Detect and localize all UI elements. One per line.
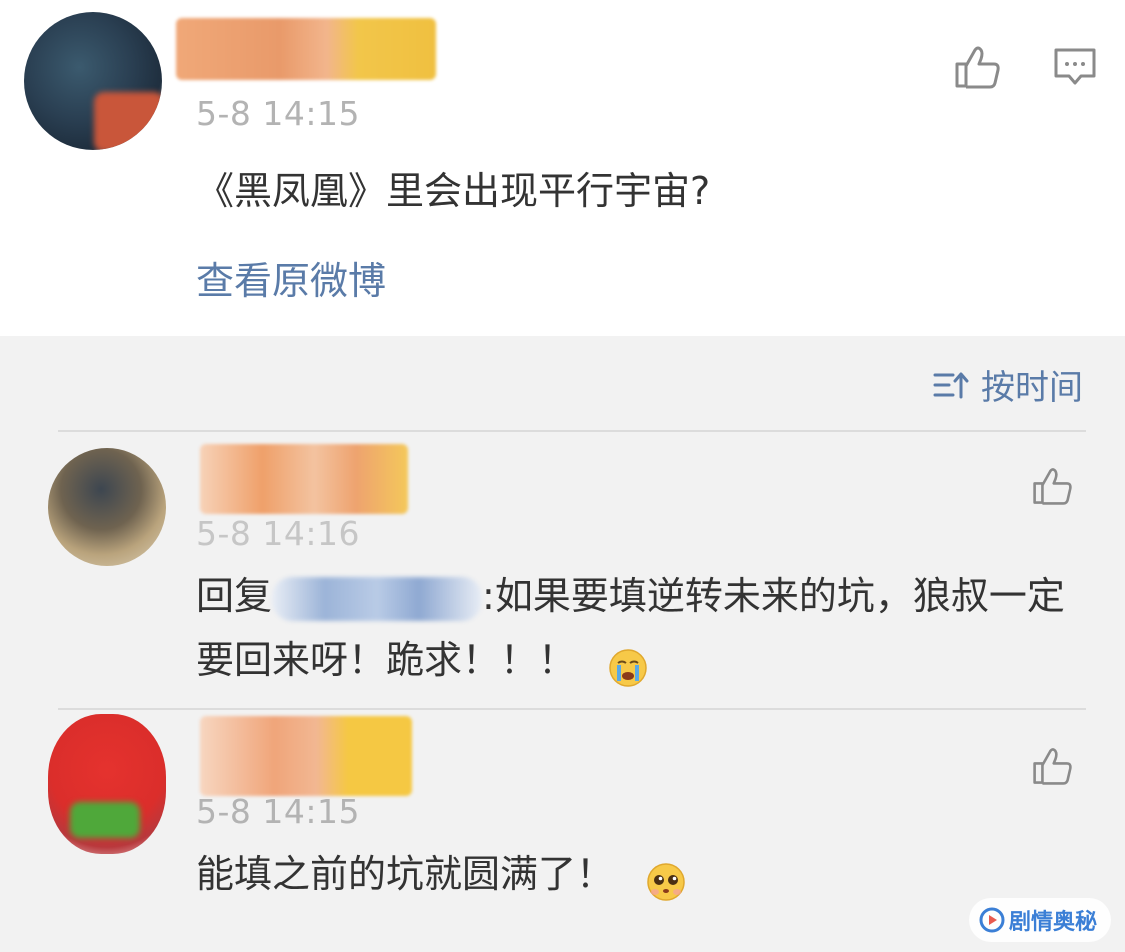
commenter-name-redacted xyxy=(200,716,412,796)
like-button[interactable] xyxy=(1030,744,1074,788)
divider xyxy=(58,430,1086,432)
commenter-avatar[interactable] xyxy=(48,448,166,566)
like-button[interactable] xyxy=(952,42,1002,92)
commenter-avatar[interactable] xyxy=(48,714,166,854)
post-author-avatar[interactable] xyxy=(24,12,162,150)
comment-body: 能填之前的坑就圆满了！ xyxy=(196,842,1076,906)
watermark-text: 剧情奥秘 xyxy=(1008,910,1097,935)
sort-label: 按时间 xyxy=(981,368,1083,408)
comment-timestamp: 5-8 14:15 xyxy=(196,792,360,831)
like-button[interactable] xyxy=(1030,464,1074,508)
post-author-name-redacted xyxy=(176,18,436,80)
comment-timestamp: 5-8 14:16 xyxy=(196,514,360,553)
sort-icon xyxy=(933,372,969,398)
original-post: 5-8 14:15 《黑凤凰》里会出现平行宇宙? 查看原微博 xyxy=(0,0,1125,336)
comment-text: 能填之前的坑就圆满了！ xyxy=(196,852,615,896)
comment-bubble-icon xyxy=(1054,48,1096,85)
watermark-logo-icon xyxy=(979,907,1005,933)
thumbs-up-icon xyxy=(955,46,1000,89)
mentioned-user-redacted[interactable] xyxy=(272,576,483,621)
pleading-emoji-icon xyxy=(646,857,686,901)
crying-emoji-icon xyxy=(608,643,648,687)
thumbs-up-icon xyxy=(1033,468,1072,505)
post-text: 《黑凤凰》里会出现平行宇宙? xyxy=(196,169,711,213)
comment-button[interactable] xyxy=(1050,42,1100,92)
watermark: 剧情奥秘 xyxy=(968,898,1111,942)
comment-body: 回复:如果要填逆转未来的坑，狼叔一定要回来呀！跪求！！！ xyxy=(196,564,1076,692)
sort-by-time-button[interactable]: 按时间 xyxy=(933,360,1083,409)
divider xyxy=(58,708,1086,710)
commenter-name-redacted xyxy=(200,444,408,514)
post-timestamp: 5-8 14:15 xyxy=(196,94,360,133)
thumbs-up-icon xyxy=(1033,748,1072,785)
view-original-weibo-link[interactable]: 查看原微博 xyxy=(196,250,386,305)
reply-prefix: 回复 xyxy=(196,574,273,618)
